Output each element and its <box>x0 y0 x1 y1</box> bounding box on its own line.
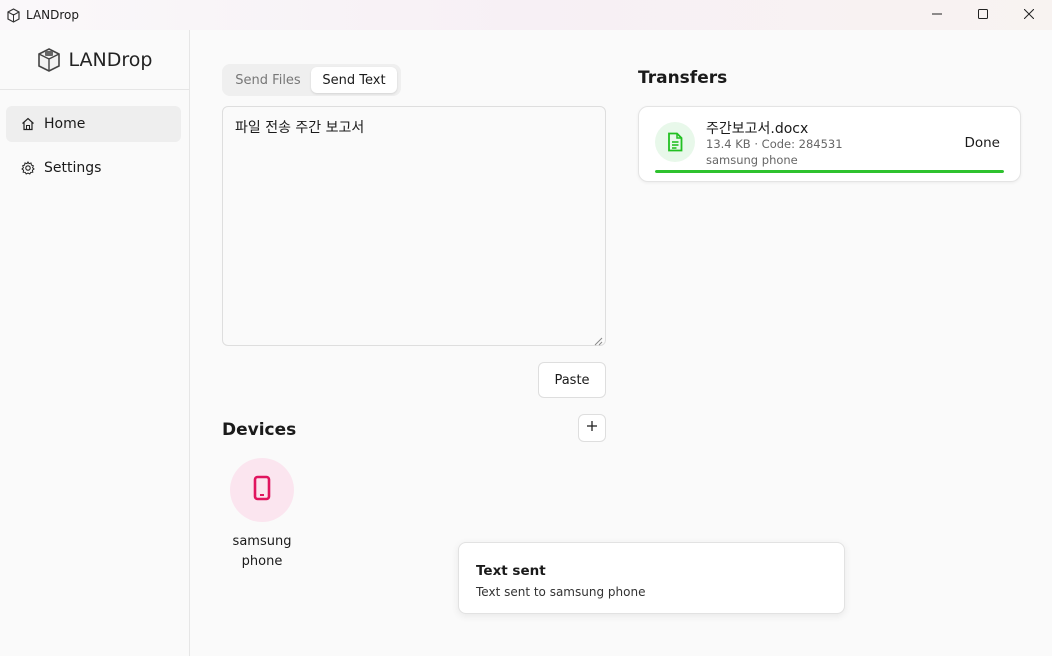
document-icon <box>655 122 695 162</box>
brand-name: LANDrop <box>68 48 153 71</box>
device-avatar <box>230 458 294 522</box>
transfers-heading: Transfers <box>638 68 728 88</box>
transfer-device: samsung phone <box>706 153 798 167</box>
add-device-button[interactable] <box>578 414 606 442</box>
sidebar-nav: Home Settings <box>0 90 189 186</box>
device-name: samsung phone <box>232 534 292 569</box>
devices-heading: Devices <box>222 420 297 440</box>
maximize-icon <box>978 6 988 24</box>
transfer-progress-bar <box>655 170 1004 173</box>
tab-send-files[interactable]: Send Files <box>225 67 311 93</box>
sidebar-item-label: Home <box>44 116 86 132</box>
transfer-progress-fill <box>655 170 1004 173</box>
home-icon <box>20 116 36 132</box>
transfer-file-name: 주간보고서.docx <box>706 121 809 137</box>
close-icon <box>1023 6 1035 24</box>
sidebar-item-home[interactable]: Home <box>6 106 181 142</box>
smartphone-icon <box>253 475 271 506</box>
toast-notification[interactable]: Text sent Text sent to samsung phone <box>458 542 845 614</box>
send-mode-tabs: Send Files Send Text <box>222 64 401 96</box>
transfer-status: Done <box>964 135 1000 151</box>
close-button[interactable] <box>1006 0 1052 30</box>
maximize-button[interactable] <box>960 0 1006 30</box>
plus-icon <box>586 419 598 437</box>
transfer-item[interactable]: 주간보고서.docx 13.4 KB · Code: 284531 samsun… <box>638 106 1021 182</box>
gear-icon <box>20 160 36 176</box>
tab-send-text[interactable]: Send Text <box>311 67 397 93</box>
send-text-input[interactable] <box>222 106 606 346</box>
title-bar: LANDrop <box>0 0 1052 30</box>
toast-title: Text sent <box>476 563 546 579</box>
transfer-file-meta: 13.4 KB · Code: 284531 <box>706 137 843 151</box>
minimize-button[interactable] <box>914 0 960 30</box>
paste-button[interactable]: Paste <box>538 362 606 398</box>
sidebar-item-settings[interactable]: Settings <box>6 150 181 186</box>
resize-grip-icon[interactable] <box>593 333 603 346</box>
lock-box-icon <box>37 47 61 73</box>
brand: LANDrop <box>0 30 189 90</box>
sidebar-item-label: Settings <box>44 160 102 176</box>
lock-box-icon <box>6 7 20 23</box>
device-item[interactable]: samsung phone <box>224 458 300 572</box>
toast-message: Text sent to samsung phone <box>476 585 646 599</box>
sidebar: LANDrop Home Settings <box>0 30 190 656</box>
minimize-icon <box>932 6 942 24</box>
window-title: LANDrop <box>26 8 80 22</box>
